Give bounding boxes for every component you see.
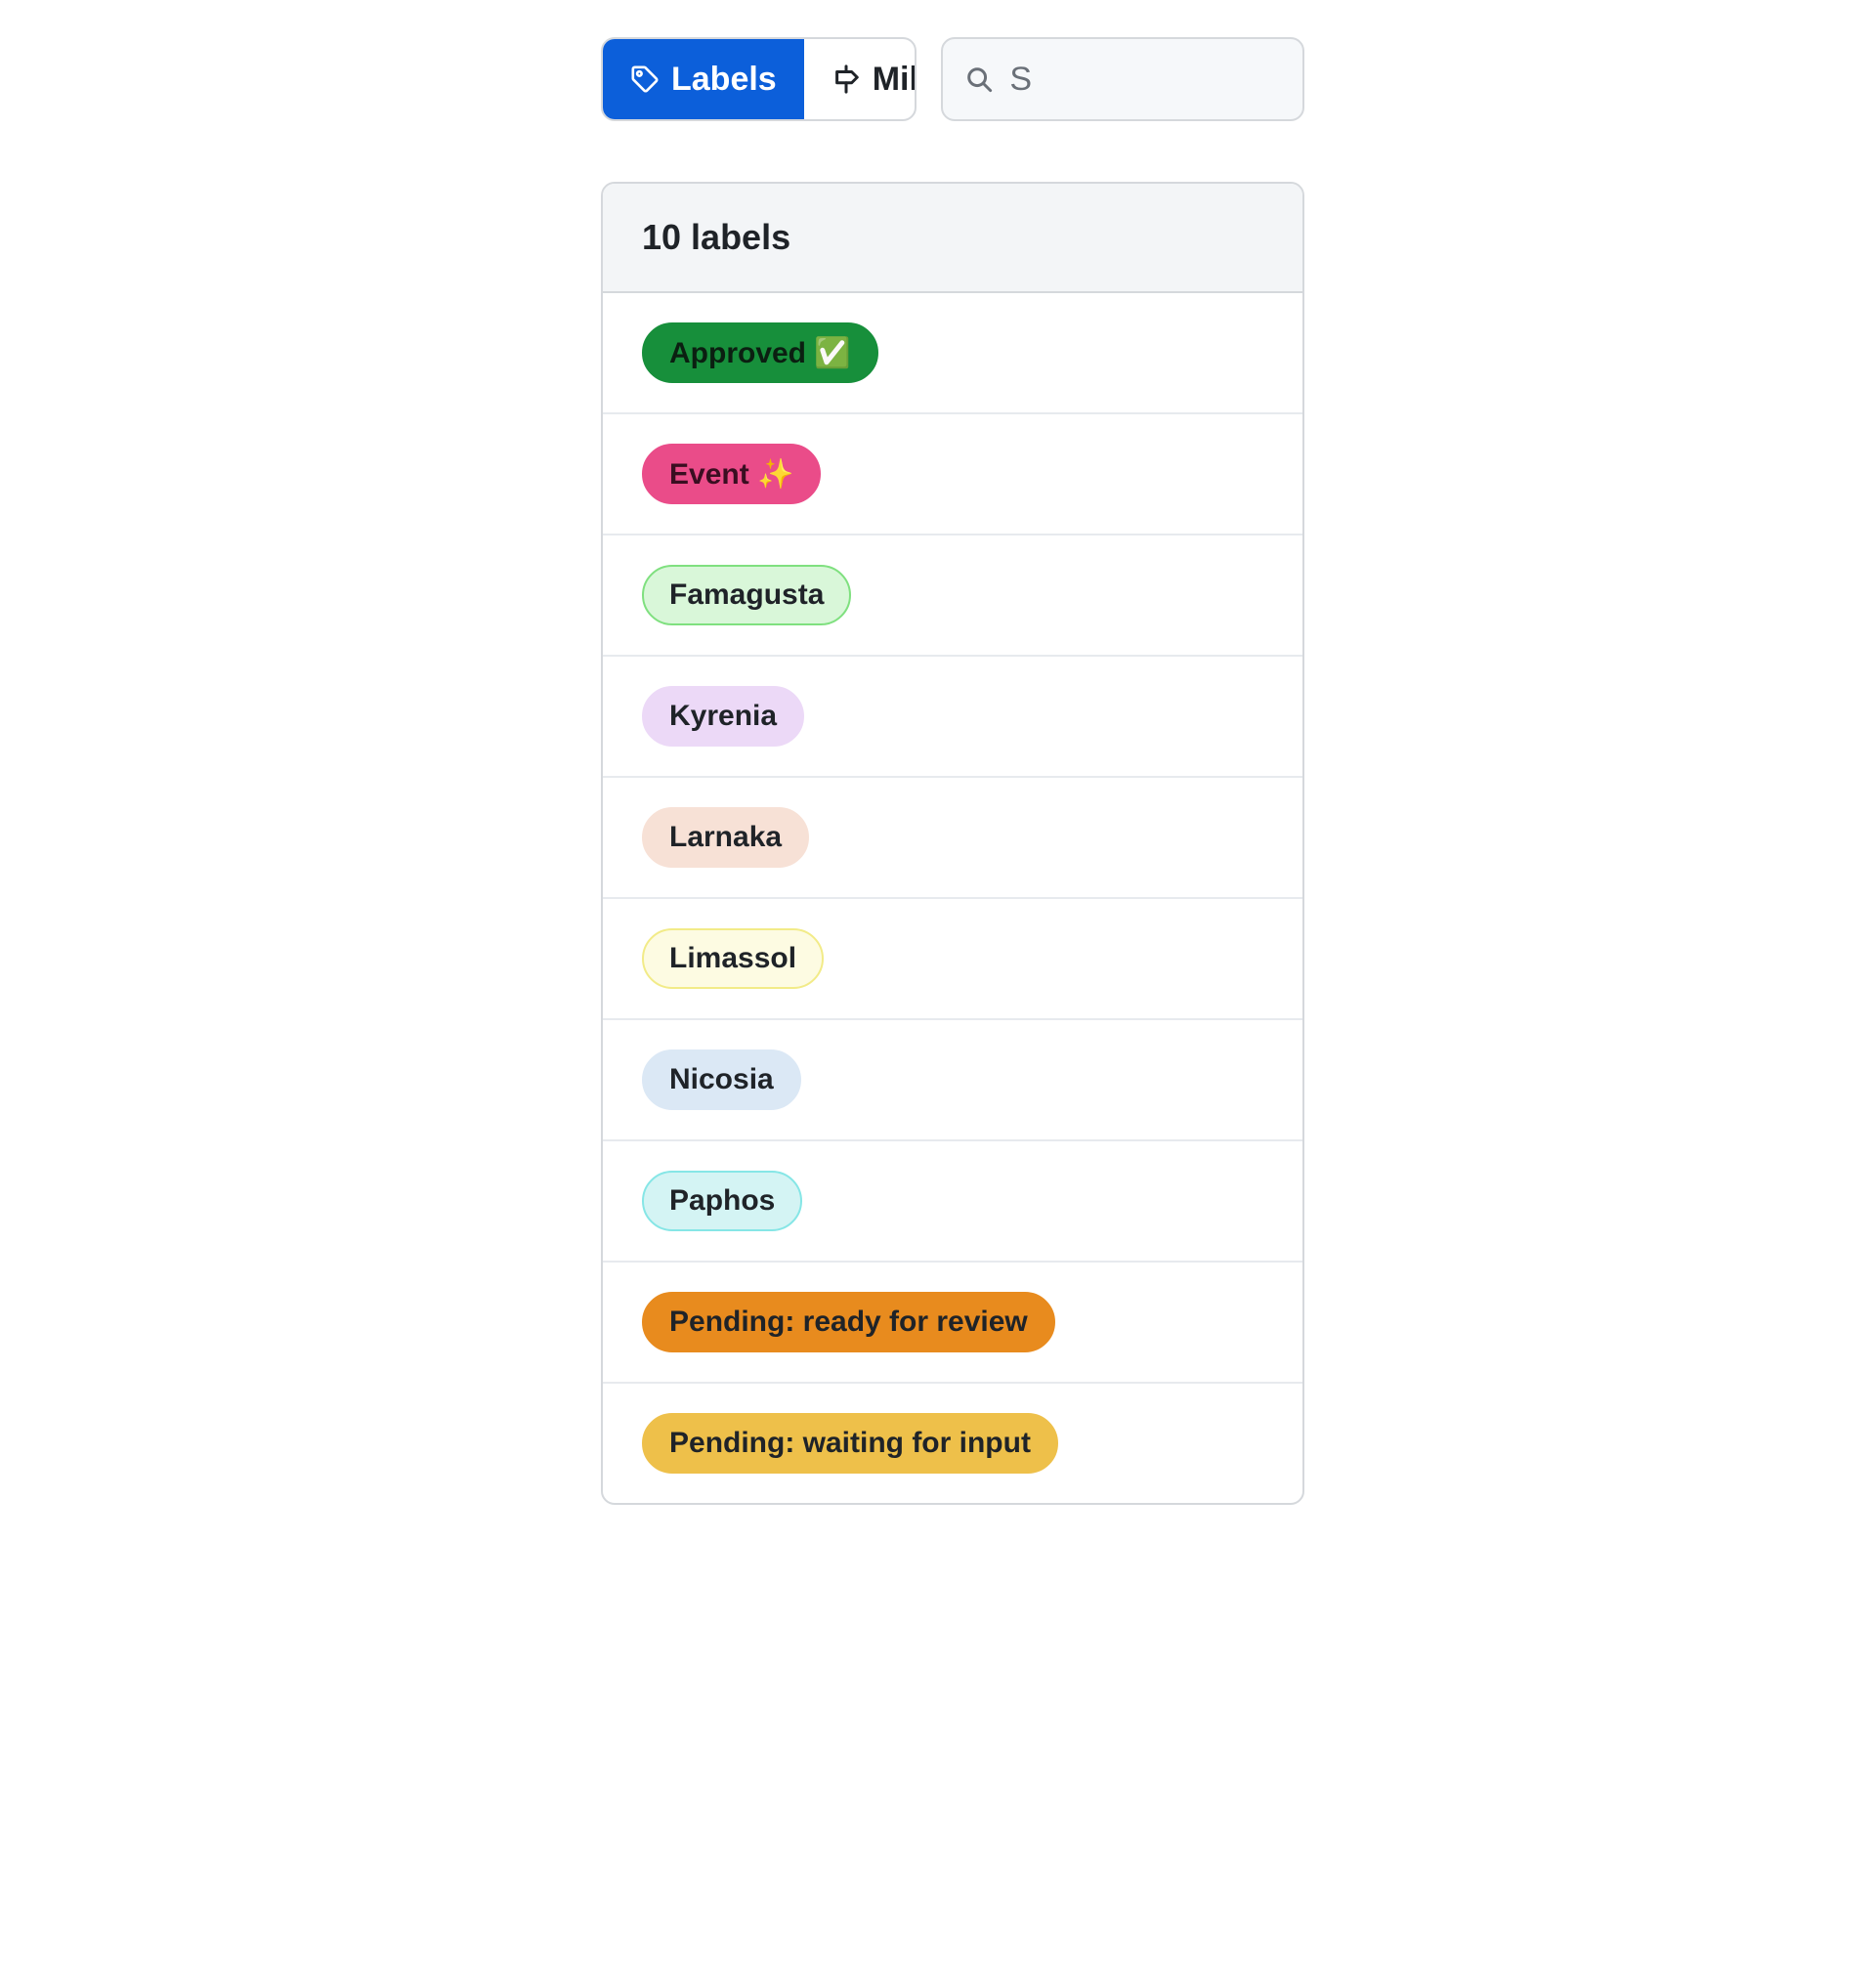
label-row: Nicosia: [603, 1020, 1302, 1141]
labels-tab[interactable]: Labels: [603, 39, 804, 119]
label-pill[interactable]: Nicosia: [642, 1049, 801, 1110]
labels-list: Approved ✅ Event ✨ Famagusta Kyrenia Larnaka…: [603, 293, 1302, 1503]
label-pill[interactable]: Pending: waiting for input: [642, 1413, 1058, 1474]
search-icon: [964, 64, 994, 94]
tag-icon: [630, 64, 660, 94]
milestones-tab[interactable]: Milestones: [804, 39, 917, 119]
label-pill[interactable]: Famagusta: [642, 565, 851, 625]
labels-tab-text: Labels: [671, 61, 777, 99]
labels-count-heading: 10 labels: [642, 217, 790, 257]
label-row: Approved ✅: [603, 293, 1302, 414]
labels-milestones-toggle: Labels Milestones: [601, 37, 917, 121]
label-pill[interactable]: Approved ✅: [642, 322, 878, 383]
label-pill[interactable]: Kyrenia: [642, 686, 804, 747]
labels-panel: 10 labels Approved ✅ Event ✨ Famagusta Kyre…: [601, 182, 1304, 1505]
milestones-tab-text: Milestones: [873, 61, 917, 99]
search-box[interactable]: [941, 37, 1304, 121]
label-row: Larnaka: [603, 778, 1302, 899]
label-row: Famagusta: [603, 535, 1302, 657]
label-pill[interactable]: Larnaka: [642, 807, 809, 868]
label-row: Pending: waiting for input: [603, 1384, 1302, 1503]
labels-panel-header: 10 labels: [603, 184, 1302, 293]
label-pill[interactable]: Pending: ready for review: [642, 1292, 1055, 1352]
label-row: Event ✨: [603, 414, 1302, 535]
label-row: Paphos: [603, 1141, 1302, 1263]
label-row: Pending: ready for review: [603, 1263, 1302, 1384]
label-pill[interactable]: Event ✨: [642, 444, 821, 504]
top-controls: Labels Milestones: [601, 37, 1304, 121]
label-row: Limassol: [603, 899, 1302, 1020]
label-pill[interactable]: Paphos: [642, 1171, 802, 1231]
search-input[interactable]: [1007, 60, 1283, 100]
milestone-icon: [831, 64, 861, 94]
label-pill[interactable]: Limassol: [642, 928, 824, 989]
label-row: Kyrenia: [603, 657, 1302, 778]
